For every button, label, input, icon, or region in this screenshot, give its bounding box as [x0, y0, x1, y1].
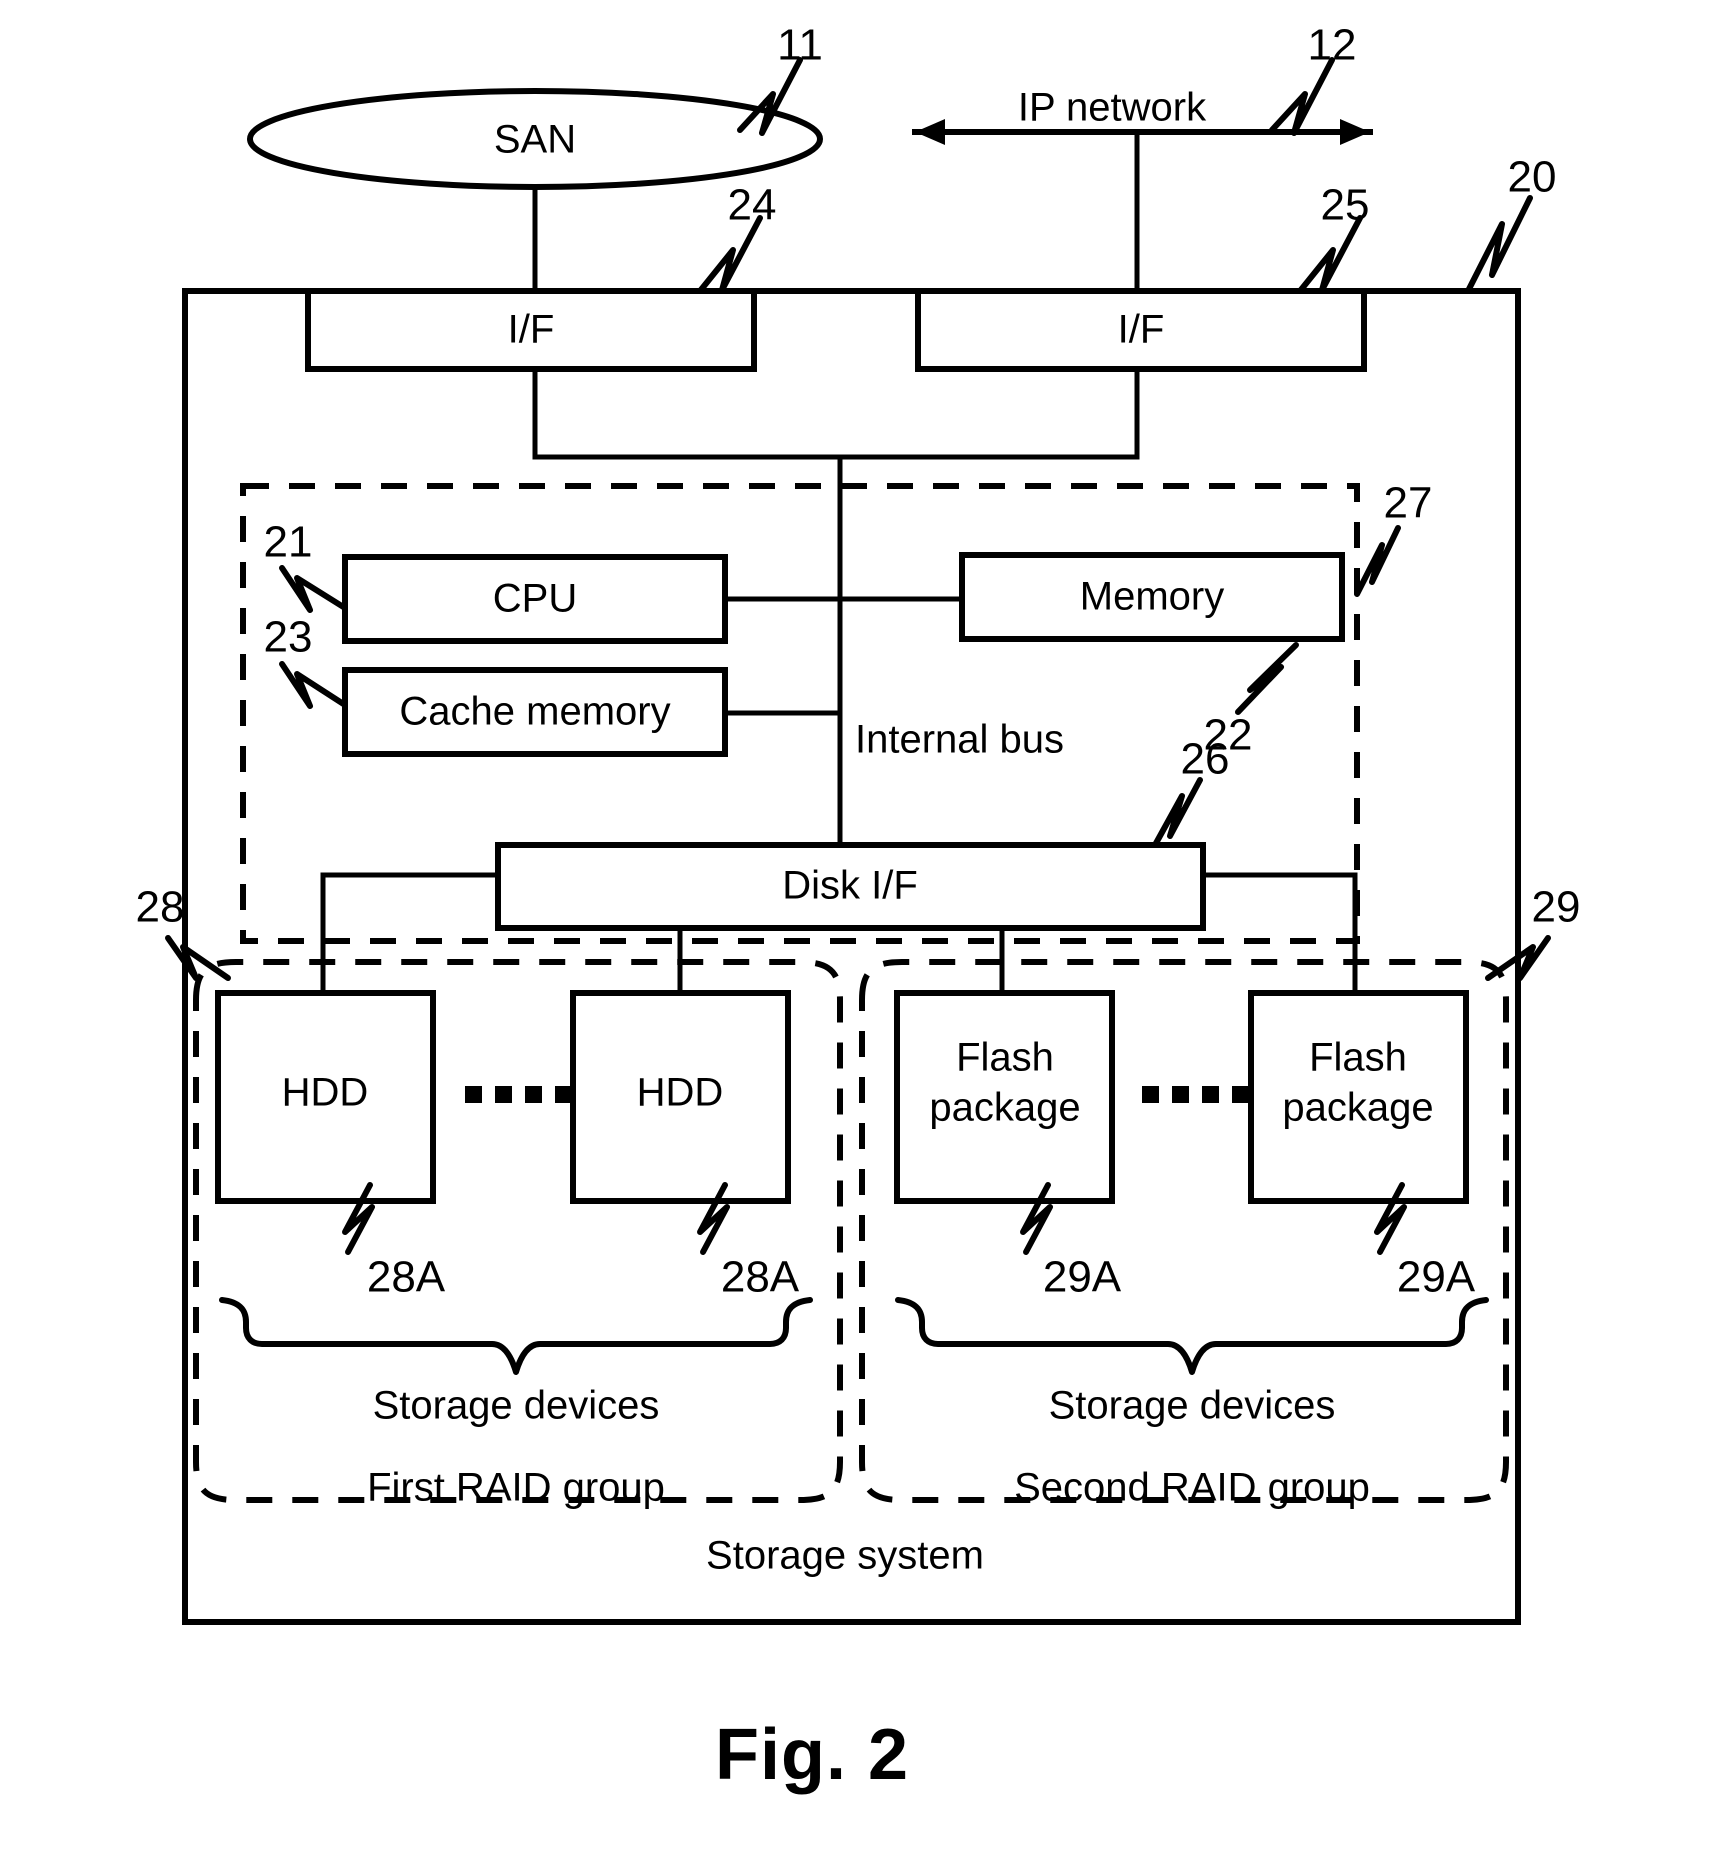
ref-27-callout: 27 [1354, 479, 1433, 597]
ref-29a-2-label: 29A [1397, 1253, 1476, 1302]
ref-28a-1-label: 28A [367, 1253, 446, 1302]
patent-figure: SAN 11 IP network 12 20 Storage system I… [0, 0, 1726, 1854]
second-group-devices-brace: Storage devices [895, 1297, 1489, 1428]
figure-canvas: SAN 11 IP network 12 20 Storage system I… [136, 21, 1581, 1795]
hdd-device-1-label: HDD [282, 1071, 369, 1115]
hdd-device-1: HDD [215, 990, 436, 1204]
ref-26-leader-icon [1152, 777, 1203, 848]
disk-interface-node: Disk I/F [495, 842, 1206, 931]
interface-to-bus-link [532, 366, 1140, 460]
ref-26-label: 26 [1181, 735, 1230, 784]
figure-caption: Fig. 2 [715, 1715, 909, 1795]
second-raid-group-name: Second RAID group [1014, 1466, 1370, 1510]
cpu-node: CPU [342, 554, 728, 644]
interface-left-label: I/F [508, 308, 555, 352]
ref-24-callout: 24 [697, 181, 777, 294]
memory-node: Memory [959, 552, 1345, 642]
cache-memory-label: Cache memory [399, 690, 670, 734]
first-group-devices-label: Storage devices [373, 1384, 660, 1428]
ref-29a-1-label: 29A [1043, 1253, 1122, 1302]
ip-network-label: IP network [1018, 86, 1207, 130]
second-group-devices-label: Storage devices [1049, 1384, 1336, 1428]
ref-29-callout: 29 [1485, 883, 1581, 981]
first-group-brace-icon [219, 1297, 813, 1375]
flash-package-2-label-line2: package [1282, 1086, 1433, 1130]
storage-system-label: Storage system [706, 1534, 984, 1578]
ref-23-callout: 23 [264, 613, 348, 709]
ref-29-label: 29 [1532, 883, 1581, 932]
interface-right: I/F [915, 288, 1367, 372]
flash-package-1: Flash package [894, 990, 1115, 1204]
first-raid-group-name: First RAID group [367, 1466, 665, 1510]
san-network-node: SAN [247, 88, 823, 190]
ref-26-callout: 26 [1152, 735, 1230, 848]
hdd-ellipsis-icon [465, 1086, 572, 1103]
ip-network-left-arrow-icon [915, 119, 945, 145]
hdd-device-2: HDD [570, 990, 791, 1204]
ref-24-label: 24 [728, 181, 777, 230]
ip-network-right-arrow-icon [1340, 119, 1370, 145]
first-group-devices-brace: Storage devices [219, 1297, 813, 1428]
ref-12-leader-icon [1269, 57, 1335, 136]
ref-21-leader-icon [279, 565, 348, 613]
ref-20-leader-icon [1465, 195, 1533, 294]
disk-if-to-hdd1-link [320, 872, 501, 996]
flash-package-1-label-line2: package [929, 1086, 1080, 1130]
flash-package-2-label-line1: Flash [1309, 1036, 1407, 1080]
ref-11-label: 11 [777, 21, 823, 70]
san-label: SAN [494, 118, 576, 162]
hdd-device-2-label: HDD [637, 1071, 724, 1115]
ref-27-leader-icon [1354, 525, 1401, 597]
internal-bus-label: Internal bus [855, 718, 1064, 762]
memory-label: Memory [1080, 575, 1224, 619]
cpu-label: CPU [493, 577, 577, 621]
ref-21-callout: 21 [264, 518, 348, 613]
ref-23-label: 23 [264, 613, 313, 662]
ref-28a-2-label: 28A [721, 1253, 800, 1302]
disk-if-to-flash2-link [1200, 872, 1358, 996]
ref-23-leader-icon [279, 661, 348, 709]
interface-left: I/F [305, 288, 757, 372]
ref-27-label: 27 [1384, 479, 1433, 528]
ref-22-leader-icon [1235, 642, 1299, 715]
ref-25-callout: 25 [1297, 181, 1370, 294]
disk-interface-label: Disk I/F [782, 864, 918, 908]
ref-12-callout: 12 [1269, 21, 1357, 136]
cache-memory-node: Cache memory [342, 667, 728, 757]
ref-20-callout: 20 [1465, 153, 1557, 294]
second-group-brace-icon [895, 1297, 1489, 1375]
ref-21-label: 21 [264, 518, 313, 567]
ref-12-label: 12 [1308, 21, 1357, 70]
ref-25-label: 25 [1321, 181, 1370, 230]
flash-ellipsis-icon [1142, 1086, 1249, 1103]
flash-package-2: Flash package [1248, 990, 1469, 1204]
flash-package-1-label-line1: Flash [956, 1036, 1054, 1080]
interface-right-label: I/F [1118, 308, 1165, 352]
ref-28-leader-icon [165, 935, 231, 981]
ref-28-label: 28 [136, 883, 185, 932]
ref-28-callout: 28 [136, 883, 231, 981]
ref-20-label: 20 [1508, 153, 1557, 202]
